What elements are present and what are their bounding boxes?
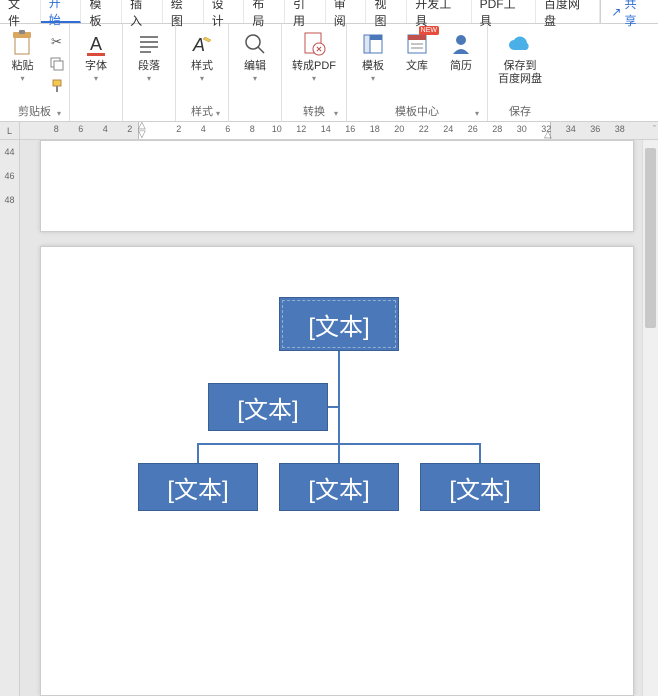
new-badge: NEW	[419, 26, 439, 35]
convert-pdf-button[interactable]: 转成PDF▾	[288, 28, 340, 101]
save-baidu-button[interactable]: 保存到 百度网盘	[494, 28, 546, 101]
font-icon: A	[82, 30, 110, 58]
smartart-org-chart[interactable]: [文本] [文本] [文本] [文本] [文本]	[41, 287, 635, 587]
paste-button[interactable]: 粘贴▾	[3, 28, 43, 101]
document-canvas[interactable]: [文本] [文本] [文本] [文本] [文本]	[20, 140, 658, 696]
ruler-corner[interactable]: L	[0, 122, 20, 139]
group-styles-label: 样式	[182, 101, 222, 121]
indent-left-icon[interactable]: △	[138, 122, 146, 131]
tab-pdf[interactable]: PDF工具	[472, 0, 536, 23]
org-node-assistant[interactable]: [文本]	[208, 383, 328, 431]
group-save-label: 保存	[494, 101, 546, 121]
tab-template[interactable]: 模板	[81, 0, 122, 23]
scrollbar-vertical[interactable]	[642, 140, 658, 696]
resume-button[interactable]: 简历	[441, 28, 481, 101]
template-icon	[359, 30, 387, 58]
font-button[interactable]: A 字体▾	[76, 28, 116, 117]
pdf-icon	[300, 30, 328, 58]
copy-icon[interactable]	[47, 54, 67, 74]
org-node-child-3[interactable]: [文本]	[420, 463, 540, 511]
share-button[interactable]: ↗共享	[600, 0, 658, 23]
paragraph-icon	[135, 30, 163, 58]
tab-developer[interactable]: 开发工具	[407, 0, 471, 23]
org-node-root[interactable]: [文本]	[279, 297, 399, 351]
tab-home[interactable]: 开始	[41, 0, 82, 23]
styles-icon: A	[188, 30, 216, 58]
ruler-horizontal: L 86422468101214161820222426283032343638…	[0, 122, 658, 140]
resume-icon	[447, 30, 475, 58]
ribbon: 粘贴▾ ✂ 剪贴板 A 字体▾ 段落▾	[0, 24, 658, 122]
ruler-collapse-icon[interactable]: ˆ	[653, 124, 656, 134]
tab-references[interactable]: 引用	[285, 0, 326, 23]
group-template-label: 模板中心	[353, 101, 481, 121]
format-painter-icon[interactable]	[47, 76, 67, 96]
svg-text:A: A	[90, 34, 102, 54]
group-template-center: 模板▾ NEW 文库 简历 模板中心	[347, 24, 488, 121]
tab-design[interactable]: 设计	[204, 0, 245, 23]
tab-baidu[interactable]: 百度网盘	[536, 0, 600, 23]
cut-icon[interactable]: ✂	[47, 32, 67, 52]
workspace: 444648 [文本] [文本] [文本] [文本] [文本]	[0, 140, 658, 696]
svg-text:A: A	[192, 35, 205, 55]
tab-review[interactable]: 审阅	[326, 0, 367, 23]
group-clipboard-label: 剪贴板	[6, 101, 63, 121]
tab-layout[interactable]: 布局	[244, 0, 285, 23]
search-icon	[241, 30, 269, 58]
template-button[interactable]: 模板▾	[353, 28, 393, 101]
tab-view[interactable]: 视图	[366, 0, 407, 23]
page-prev[interactable]	[40, 140, 634, 232]
org-node-child-1[interactable]: [文本]	[138, 463, 258, 511]
group-clipboard: 粘贴▾ ✂ 剪贴板	[0, 24, 70, 121]
group-paragraph: 段落▾	[123, 24, 176, 121]
group-convert-label: 转换	[288, 101, 340, 121]
ruler-vertical: 444648	[0, 140, 20, 696]
group-styles: A 样式▾ 样式	[176, 24, 229, 121]
org-node-child-2[interactable]: [文本]	[279, 463, 399, 511]
page-current[interactable]: [文本] [文本] [文本] [文本] [文本]	[40, 246, 634, 696]
tab-file[interactable]: 文件	[0, 0, 41, 23]
group-convert: 转成PDF▾ 转换	[282, 24, 347, 121]
group-save: 保存到 百度网盘 保存	[488, 24, 552, 121]
cloud-icon	[506, 30, 534, 58]
scrollbar-thumb[interactable]	[645, 148, 656, 328]
tab-insert[interactable]: 插入	[122, 0, 163, 23]
paragraph-button[interactable]: 段落▾	[129, 28, 169, 117]
library-button[interactable]: NEW 文库	[397, 28, 437, 101]
edit-button[interactable]: 编辑▾	[235, 28, 275, 117]
styles-button[interactable]: A 样式▾	[182, 28, 222, 101]
tab-draw[interactable]: 绘图	[163, 0, 204, 23]
indent-right-icon[interactable]: △	[544, 129, 552, 139]
clipboard-icon	[9, 30, 37, 58]
tab-bar: 文件 开始 模板 插入 绘图 设计 布局 引用 审阅 视图 开发工具 PDF工具…	[0, 0, 658, 24]
group-editing: 编辑▾	[229, 24, 282, 121]
group-font: A 字体▾	[70, 24, 123, 121]
